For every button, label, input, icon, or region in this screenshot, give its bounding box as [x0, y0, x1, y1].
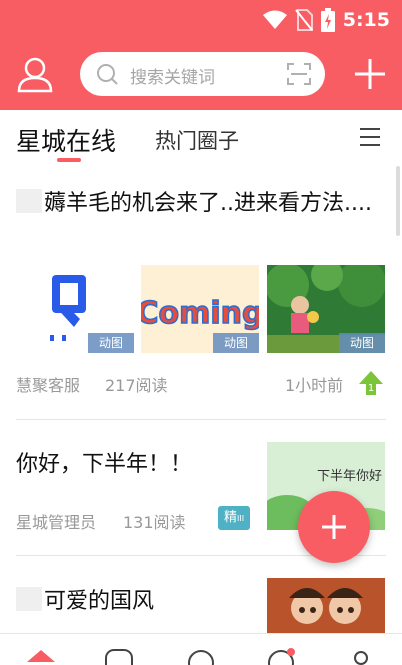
post-image[interactable]: 动图: [267, 265, 385, 353]
no-sim-icon: [294, 9, 313, 31]
status-icons: 5:15: [262, 8, 390, 32]
post-author[interactable]: 慧聚客服: [16, 372, 80, 396]
user-icon: [17, 57, 53, 93]
tab-xingcheng-online[interactable]: 星城在线: [16, 122, 116, 158]
scrollbar[interactable]: [396, 166, 400, 236]
gif-badge: 动图: [88, 333, 134, 353]
menu-icon[interactable]: [358, 126, 382, 148]
post-title[interactable]: 薅羊毛的机会来了..进来看方法....: [16, 189, 386, 219]
tab-hot-circles[interactable]: 热门圈子: [155, 125, 239, 155]
tab-bar: 星城在线 热门圈子: [0, 110, 402, 164]
featured-badge: 精III: [218, 506, 250, 530]
app-header: 搜索关键词: [0, 40, 402, 110]
rank-up-icon: 1: [359, 371, 383, 395]
create-post-button[interactable]: [298, 491, 370, 563]
gif-badge: 动图: [339, 333, 385, 353]
post-reads: 217阅读: [105, 376, 168, 395]
post-title[interactable]: 你好，下半年！！: [16, 446, 192, 478]
coming-text: Coming: [141, 296, 259, 331]
svg-text:1: 1: [368, 383, 374, 394]
post-image[interactable]: 动图: [16, 265, 134, 353]
tab-indicator: [57, 158, 81, 162]
image-placeholder: [16, 189, 42, 213]
svg-text:下半年你好: 下半年你好: [317, 469, 382, 484]
search-input[interactable]: 搜索关键词: [80, 52, 325, 96]
message-icon[interactable]: [266, 648, 296, 665]
chinese-style-dolls-illustration: [267, 578, 385, 633]
status-time: 5:15: [342, 9, 390, 31]
profile-icon[interactable]: [346, 648, 376, 665]
chat-icon[interactable]: [104, 648, 134, 665]
post-image[interactable]: Coming 动图: [141, 265, 259, 353]
wifi-icon: [262, 10, 287, 29]
post-reads: 131阅读: [123, 513, 186, 532]
search-placeholder: 搜索关键词: [130, 68, 215, 88]
battery-charging-icon: [320, 8, 335, 32]
plus-icon: [322, 515, 346, 539]
add-button[interactable]: [350, 54, 390, 94]
divider: [16, 419, 386, 420]
image-placeholder: [16, 587, 42, 611]
discover-icon[interactable]: [186, 648, 216, 665]
search-icon: [97, 64, 118, 85]
post-time: 1小时前: [285, 376, 344, 395]
post-author[interactable]: 星城管理员: [16, 509, 96, 533]
post-title[interactable]: 可爱的国风: [16, 583, 154, 615]
status-bar: 5:15: [0, 0, 402, 40]
home-icon[interactable]: [26, 648, 56, 665]
profile-button[interactable]: [16, 56, 54, 94]
bottom-navigation: [0, 633, 402, 665]
post-image[interactable]: [267, 578, 385, 633]
gif-badge: 动图: [213, 333, 259, 353]
scan-icon[interactable]: [287, 63, 311, 85]
plus-icon: [355, 59, 385, 89]
